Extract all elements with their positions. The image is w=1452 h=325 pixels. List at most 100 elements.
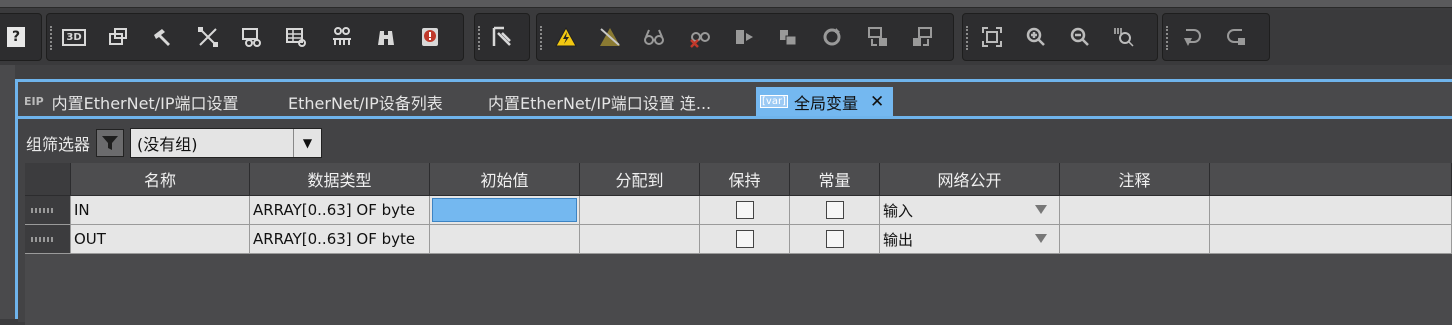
cell-initial-value[interactable] (430, 225, 580, 254)
global-variables-editor: 组筛选器 (没有组) ▼ 名称 数据类型 初始值 分配到 保持 常量 网络公开 … (18, 116, 1452, 325)
column-header-filler (1210, 163, 1452, 196)
toolbar-group-history (1162, 13, 1270, 61)
table-row[interactable]: IN ARRAY[0..63] OF byte 输入 (25, 196, 1452, 225)
cell-name[interactable]: IN (71, 196, 250, 225)
table-header: 名称 数据类型 初始值 分配到 保持 常量 网络公开 注释 (25, 163, 1452, 196)
column-header-constant[interactable]: 常量 (790, 163, 880, 196)
row-selector[interactable] (25, 225, 71, 254)
retain-checkbox[interactable] (735, 201, 754, 219)
constant-checkbox[interactable] (825, 201, 844, 219)
tab-label: EtherNet/IP设备列表 (288, 93, 443, 113)
group-filter-bar: 组筛选器 (没有组) ▼ (26, 127, 323, 159)
cell-initial-value[interactable] (430, 196, 580, 225)
step-icon[interactable] (731, 24, 757, 50)
glasses-icon[interactable] (641, 24, 667, 50)
table-empty-area[interactable] (25, 254, 1452, 325)
3d-icon[interactable]: 3D (61, 24, 87, 50)
help-icon[interactable]: ? (3, 24, 29, 50)
editor-panel: EIP 内置EtherNet/IP端口设置 EtherNet/IP设备列表 内置… (15, 79, 1452, 325)
editor-tabbar: EIP 内置EtherNet/IP端口设置 EtherNet/IP设备列表 内置… (18, 82, 1452, 116)
dropdown-arrow-icon[interactable] (1035, 234, 1047, 243)
zoom-100-icon[interactable] (1111, 24, 1137, 50)
table-icon[interactable] (283, 24, 309, 50)
table-row[interactable]: OUT ARRAY[0..63] OF byte 输出 (25, 225, 1452, 254)
column-header-name[interactable]: 名称 (71, 163, 250, 196)
left-dock-edge (0, 65, 15, 319)
cell-comment[interactable] (1060, 196, 1210, 225)
toolbar-group-zoom (962, 13, 1158, 61)
undo-icon[interactable] (1179, 24, 1205, 50)
tab-label: 内置EtherNet/IP端口设置 (51, 93, 239, 113)
cell-filler (1210, 196, 1452, 225)
variable-icon: [var] (760, 95, 788, 108)
transfer-alt-icon[interactable] (909, 24, 935, 50)
variables-table: 名称 数据类型 初始值 分配到 保持 常量 网络公开 注释 IN ARRAY[0… (25, 163, 1452, 325)
cell-assign-to[interactable] (580, 196, 700, 225)
warning-off-icon[interactable] (597, 24, 623, 50)
hammer-icon[interactable] (149, 24, 175, 50)
tab-ethernet-port-settings[interactable]: EIP 内置EtherNet/IP端口设置 (18, 87, 280, 116)
toolbar-group-build (474, 13, 530, 61)
tab-label: 全局变量 (793, 93, 858, 113)
column-header-initial-value[interactable]: 初始值 (430, 163, 580, 196)
window-icon[interactable] (105, 24, 131, 50)
workspace: EIP 内置EtherNet/IP端口设置 EtherNet/IP设备列表 内置… (0, 65, 1452, 325)
header-corner (25, 163, 71, 196)
close-icon[interactable]: ✕ (870, 92, 884, 112)
cell-assign-to[interactable] (580, 225, 700, 254)
reference-icon[interactable] (239, 24, 265, 50)
cell-network-publish[interactable]: 输出 (880, 225, 1060, 254)
constant-checkbox[interactable] (825, 230, 844, 248)
cell-retain (700, 196, 790, 225)
glasses-off-icon[interactable] (687, 24, 713, 50)
cross-arrows-icon[interactable] (195, 24, 221, 50)
cell-network-publish[interactable]: 输入 (880, 196, 1060, 225)
zoom-out-icon[interactable] (1067, 24, 1093, 50)
toolbar-group-view: 3D (46, 13, 464, 61)
cell-comment[interactable] (1060, 225, 1210, 254)
eip-icon: EIP (24, 95, 44, 108)
dropdown-arrow-icon[interactable] (1035, 205, 1047, 214)
column-header-data-type[interactable]: 数据类型 (250, 163, 430, 196)
toolbar-group-help: ? (0, 13, 42, 61)
redo-icon[interactable] (1223, 24, 1249, 50)
cell-data-type[interactable]: ARRAY[0..63] OF byte (250, 225, 430, 254)
group-filter-value: (没有组) (137, 135, 198, 154)
tab-label: 内置EtherNet/IP端口设置 连... (488, 93, 712, 113)
chevron-down-icon[interactable]: ▼ (293, 129, 322, 157)
warning-icon[interactable] (553, 24, 579, 50)
tab-ethernet-port-connection[interactable]: 内置EtherNet/IP端口设置 连... (480, 87, 756, 116)
filter-icon[interactable] (96, 129, 125, 157)
tab-ethernet-device-list[interactable]: EtherNet/IP设备列表 (280, 87, 480, 116)
error-book-icon[interactable] (417, 24, 443, 50)
retain-checkbox[interactable] (735, 230, 754, 248)
cell-retain (700, 225, 790, 254)
fit-icon[interactable] (979, 24, 1005, 50)
column-header-network-publish[interactable]: 网络公开 (880, 163, 1060, 196)
column-header-comment[interactable]: 注释 (1060, 163, 1210, 196)
build-icon[interactable] (489, 24, 515, 50)
cell-constant (790, 196, 880, 225)
tab-global-variables[interactable]: [var] 全局变量 ✕ (756, 87, 893, 116)
row-selector[interactable] (25, 196, 71, 225)
network-publish-value: 输入 (883, 201, 914, 220)
title-strip (0, 0, 1452, 8)
network-publish-value: 输出 (883, 230, 914, 249)
group-filter-select[interactable]: (没有组) ▼ (130, 128, 323, 158)
group-filter-label: 组筛选器 (26, 135, 91, 154)
column-header-retain[interactable]: 保持 (700, 163, 790, 196)
binoculars-icon[interactable] (373, 24, 399, 50)
cell-data-type[interactable]: ARRAY[0..63] OF byte (250, 196, 430, 225)
cell-name[interactable]: OUT (71, 225, 250, 254)
stop-icon[interactable] (775, 24, 801, 50)
zoom-in-icon[interactable] (1023, 24, 1049, 50)
cell-filler (1210, 225, 1452, 254)
toolbar-group-online (536, 13, 954, 61)
cell-constant (790, 225, 880, 254)
refresh-icon[interactable] (819, 24, 845, 50)
network-icon[interactable] (329, 24, 355, 50)
transfer-icon[interactable] (865, 24, 891, 50)
main-toolbar: ? 3D (0, 10, 1452, 65)
initial-value-editor[interactable] (432, 198, 577, 222)
column-header-assign-to[interactable]: 分配到 (580, 163, 700, 196)
